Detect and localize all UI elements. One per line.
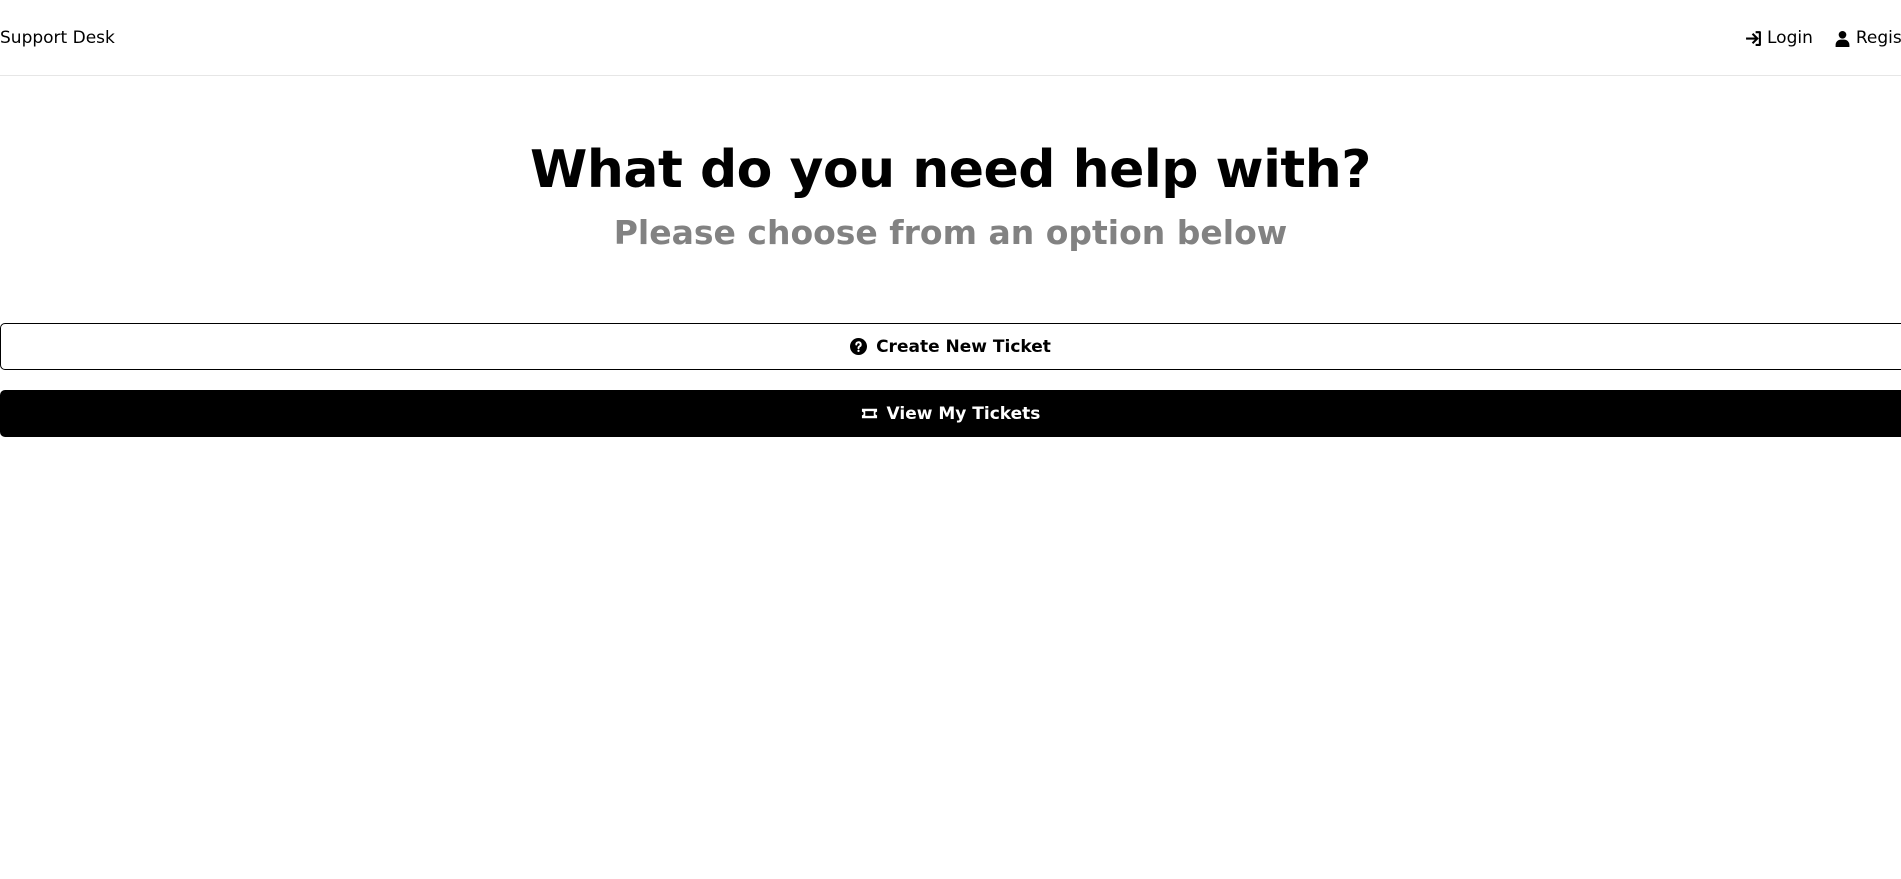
header-nav: Login Register (1745, 27, 1901, 49)
login-link[interactable]: Login (1745, 27, 1813, 49)
hero-heading: What do you need help with? Please choos… (0, 138, 1901, 254)
top-header: Support Desk Login Registe (0, 0, 1901, 76)
question-circle-icon (850, 338, 868, 355)
create-ticket-button[interactable]: Create New Ticket (0, 323, 1901, 370)
page-title: What do you need help with? (530, 140, 1371, 200)
register-link[interactable]: Register (1834, 27, 1901, 49)
login-label: Login (1767, 28, 1813, 48)
view-tickets-button[interactable]: View My Tickets (0, 390, 1901, 437)
brand-link[interactable]: Support Desk (0, 27, 115, 49)
view-tickets-label: View My Tickets (886, 403, 1041, 424)
register-label: Register (1855, 28, 1901, 48)
page-subtitle: Please choose from an option below (613, 213, 1288, 252)
user-icon (1834, 30, 1851, 47)
sign-in-icon (1745, 30, 1762, 47)
page: Support Desk Login Registe (0, 0, 1901, 879)
create-ticket-label: Create New Ticket (876, 336, 1051, 357)
ticket-icon (861, 405, 878, 422)
